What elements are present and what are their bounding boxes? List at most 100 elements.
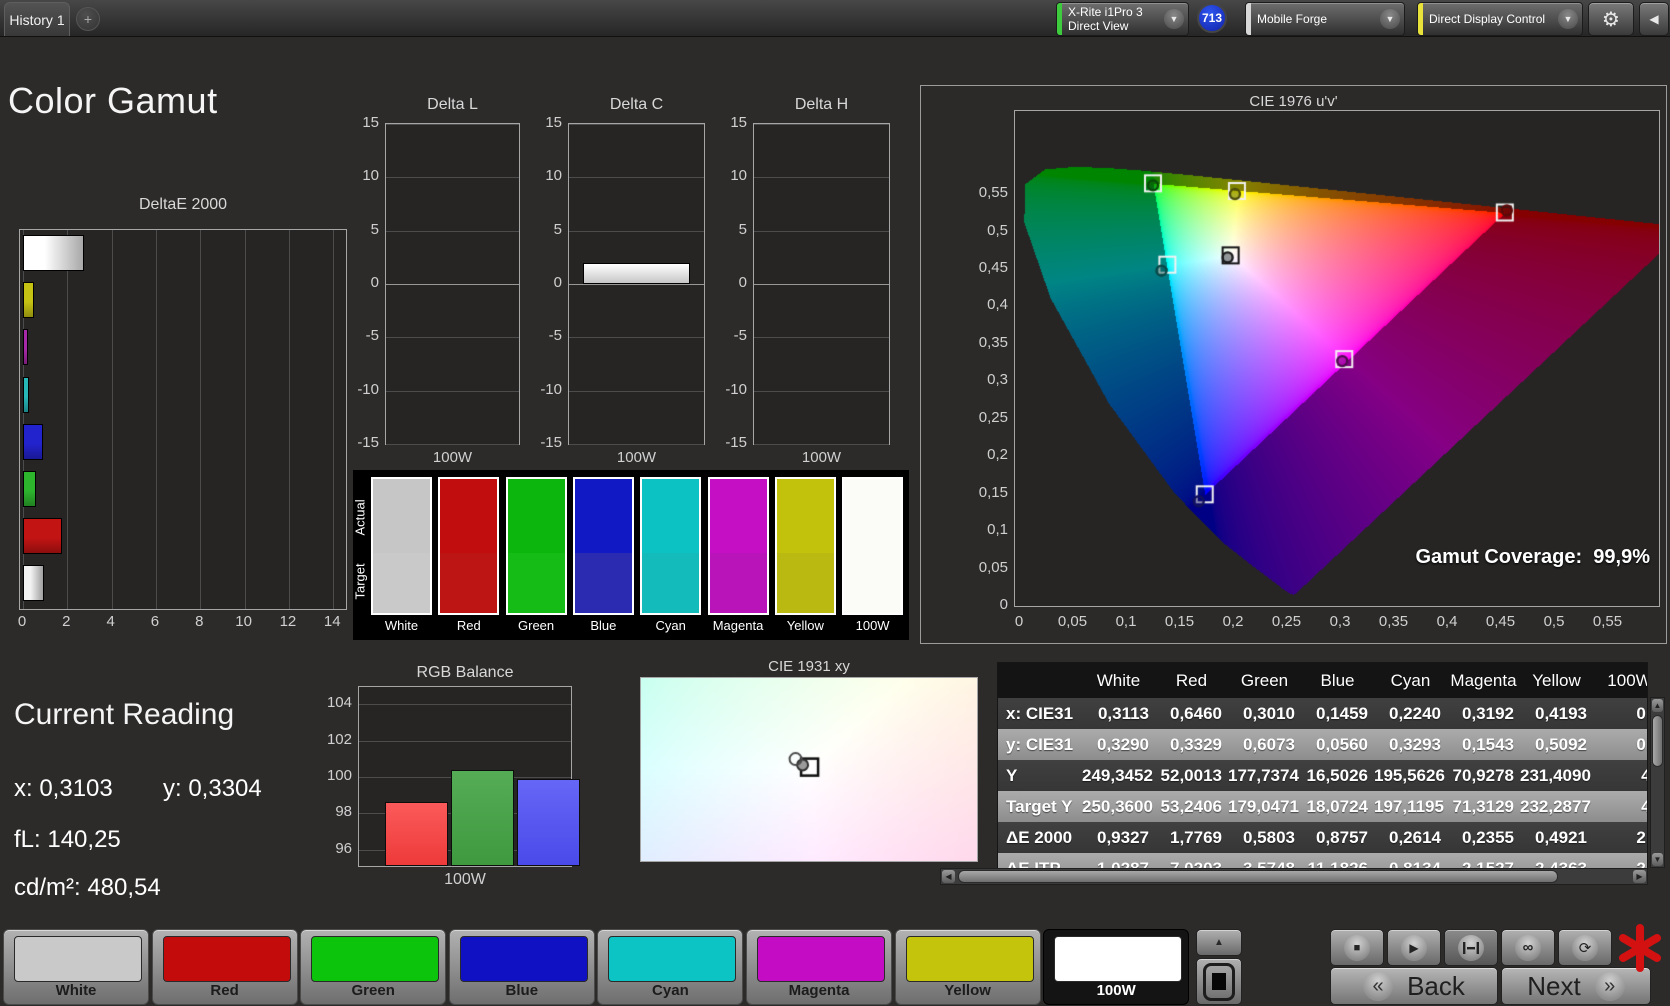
back-button[interactable]: « Back <box>1330 967 1498 1005</box>
pattern-button-blue[interactable]: Blue <box>448 929 595 1005</box>
uv-y-tick: 0,45 <box>978 258 1008 276</box>
pattern-button-yellow[interactable]: Yellow <box>894 929 1041 1005</box>
table-row-label: x: CIE31 <box>1006 704 1074 723</box>
continuous-measure-button[interactable]: ∞ <box>1501 929 1555 966</box>
delta-y-tick: -10 <box>357 380 379 398</box>
delta-y-tick: 15 <box>362 113 379 131</box>
delta-c-title: Delta C <box>609 96 664 113</box>
reading-cd: cd/m²: 480,54 <box>14 874 161 901</box>
rgb-gridline <box>359 740 571 742</box>
deltae2000-title: DeltaE 2000 <box>138 196 228 213</box>
target-swatch <box>709 553 767 613</box>
swatch-label: 100W <box>855 618 890 633</box>
pattern-label: Yellow <box>944 982 991 999</box>
pattern-window-size-button[interactable] <box>1196 958 1242 1005</box>
chevron-down-icon: ▼ <box>1164 9 1184 29</box>
deltae-x-tick: 10 <box>235 613 252 630</box>
deltae-bar-blue <box>23 423 43 460</box>
delta-y-tick: 0 <box>738 274 747 291</box>
uv-x-tick: 0,5 <box>1543 613 1565 630</box>
stop-button[interactable]: ■ <box>1330 929 1384 966</box>
table-row: Target Y 250,3600 53,2406 179,0471 18,0724 19… <box>998 791 1647 822</box>
table-cell: 0,6460 <box>1170 704 1222 723</box>
window-fill-icon <box>1212 973 1226 990</box>
chevrons-right-icon: » <box>1594 971 1625 1001</box>
table-horizontal-scrollbar[interactable]: ◀ ▶ <box>940 868 1648 885</box>
delta-y-tick: 5 <box>370 220 379 238</box>
table-cell: 0,2240 <box>1389 704 1441 723</box>
delta-gridline <box>386 230 519 232</box>
scroll-left-icon[interactable]: ◀ <box>942 870 955 883</box>
table-cell: 0,6073 <box>1243 735 1295 754</box>
table-header-cell: Red <box>1175 671 1208 690</box>
pattern-label: Red <box>210 982 239 999</box>
current-reading-title: Current Reading <box>14 698 235 731</box>
swatch-column-blue: Blue <box>572 477 634 633</box>
deltae-gridline <box>155 230 157 609</box>
table-row: Y 249,3452 52,0013 177,7374 16,5026 195,5626 7… <box>998 760 1647 791</box>
collapse-panel-button[interactable]: ◀ <box>1639 2 1669 36</box>
add-tab-button[interactable]: + <box>76 7 100 31</box>
pattern-button-white[interactable]: White <box>3 929 149 1005</box>
table-cell: 232,2877 <box>1520 797 1591 816</box>
refresh-button[interactable]: ⟳ <box>1558 929 1612 966</box>
next-button-label: Next <box>1527 970 1581 1001</box>
pattern-label: 100W <box>1096 982 1136 999</box>
scrollbar-thumb[interactable] <box>958 870 1558 883</box>
table-cell: 2,7 <box>1636 828 1647 847</box>
scroll-down-icon[interactable]: ▼ <box>1652 853 1663 866</box>
uv-x-tick: 0,1 <box>1115 613 1137 630</box>
table-cell: 48 <box>1593 791 1647 822</box>
uv-x-tick: 0 <box>1014 613 1024 630</box>
workflow-dropdown[interactable]: Mobile Forge ▼ <box>1245 2 1405 36</box>
delta-gridline <box>569 177 704 179</box>
delta-gridline <box>386 177 519 179</box>
table-cell: 0,0560 <box>1316 735 1368 754</box>
pattern-button-red[interactable]: Red <box>151 929 298 1005</box>
play-button[interactable]: ▶ <box>1387 929 1441 966</box>
deltae-bar-red <box>23 518 63 555</box>
luminance-badge[interactable]: 713 <box>1197 3 1227 33</box>
meter-dropdown[interactable]: X-Rite i1Pro 3 Direct View ▼ <box>1056 2 1189 36</box>
table-vertical-scrollbar[interactable]: ▲ ▼ <box>1650 697 1665 868</box>
pattern-window-up-button[interactable]: ▲ <box>1196 929 1242 956</box>
pattern-button-magenta[interactable]: Magenta <box>746 929 892 1005</box>
pattern-button-cyan[interactable]: Cyan <box>597 929 744 1005</box>
delta-gridline <box>386 123 519 125</box>
table-row: x: CIE31 0,3113 0,6460 0,3010 0,1459 0,2240 0,… <box>998 698 1647 729</box>
uv-y-tick: 0,05 <box>978 558 1008 576</box>
swatch-label: Red <box>456 618 481 633</box>
delta-y-tick: 10 <box>545 167 562 185</box>
table-cell: 0,1543 <box>1462 735 1514 754</box>
rgb-gridline <box>359 704 571 706</box>
deltae-bar-cyan <box>23 376 29 413</box>
table-row: y: CIE31 0,3290 0,3329 0,6073 0,0560 0,3293 0,… <box>998 729 1647 760</box>
scroll-up-icon[interactable]: ▲ <box>1652 699 1663 712</box>
settings-button[interactable]: ⚙ <box>1588 2 1634 36</box>
deltae-gridline <box>333 230 335 609</box>
measurement-table[interactable]: White Red Green Blue Cyan Magenta Yellow 100W x:… <box>997 662 1648 870</box>
actual-swatch <box>776 479 834 553</box>
table-cell: 18,0724 <box>1306 797 1368 816</box>
pattern-button-green[interactable]: Green <box>300 929 447 1005</box>
tab-history-1[interactable]: History 1 <box>4 2 70 36</box>
pattern-swatch <box>905 936 1034 982</box>
table-cell: 231,4090 <box>1520 766 1591 785</box>
deltae-bar-green <box>23 471 36 507</box>
refresh-icon: ⟳ <box>1578 939 1592 957</box>
delta-l-chart <box>385 123 520 446</box>
delta-gridline <box>754 390 889 392</box>
uv-x-tick: 0,05 <box>1057 613 1088 630</box>
pattern-button-100w[interactable]: 100W <box>1043 929 1190 1005</box>
pattern-label: Magenta <box>788 982 850 999</box>
scrollbar-thumb[interactable] <box>1652 715 1663 767</box>
uv-y-tick: 0,3 <box>987 371 1008 389</box>
swatch-column-yellow: Yellow <box>774 477 836 633</box>
table-cell: 0,3329 <box>1170 735 1222 754</box>
target-swatch <box>373 553 430 613</box>
deltae2000-chart <box>19 229 347 610</box>
display-control-dropdown[interactable]: Direct Display Control ▼ <box>1417 2 1583 36</box>
swatch-stack <box>438 477 500 615</box>
scroll-right-icon[interactable]: ▶ <box>1633 870 1646 883</box>
single-measure-button[interactable] <box>1444 929 1498 966</box>
